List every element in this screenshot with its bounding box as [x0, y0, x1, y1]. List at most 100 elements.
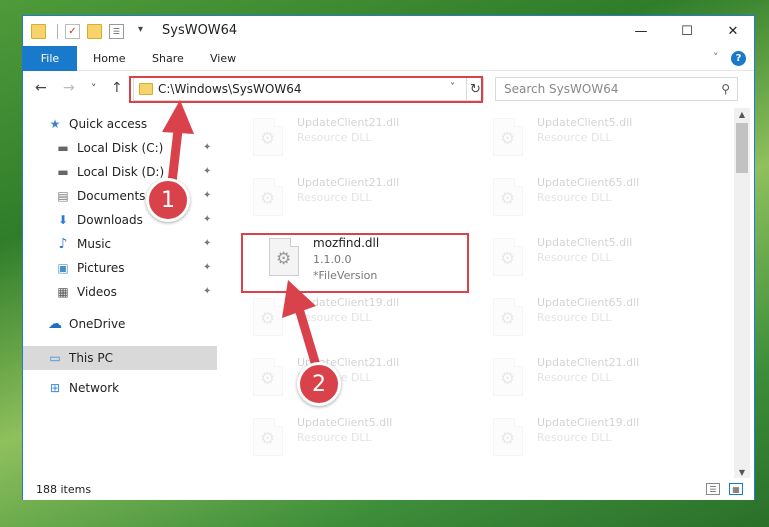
- scroll-down-icon[interactable]: ▼: [734, 466, 750, 478]
- sidebar-item-local-disk-d[interactable]: ▬ Local Disk (D:): [55, 160, 217, 184]
- pictures-icon: ▣: [57, 261, 69, 275]
- tab-share[interactable]: Share: [152, 52, 184, 65]
- dll-file-icon: ⚙: [253, 178, 283, 216]
- sidebar-item-label: Local Disk (C:): [77, 141, 164, 155]
- dll-file-icon: ⚙: [493, 178, 523, 216]
- file-item[interactable]: ⚙ UpdateClient19.dll Resource DLL: [487, 414, 717, 472]
- file-item[interactable]: ⚙ UpdateClient65.dll Resource DLL: [487, 174, 717, 232]
- documents-icon: ▤: [57, 189, 69, 203]
- forward-button[interactable]: →: [63, 80, 75, 96]
- file-name: UpdateClient21.dll: [297, 176, 400, 189]
- file-name: UpdateClient21.dll: [537, 356, 640, 369]
- maximize-button[interactable]: ☐: [664, 16, 710, 46]
- sidebar-item-this-pc[interactable]: ▭ This PC: [23, 346, 217, 370]
- file-name: UpdateClient65.dll: [537, 176, 640, 189]
- tab-file[interactable]: File: [23, 46, 77, 71]
- recent-locations-button[interactable]: ˅: [91, 82, 97, 95]
- address-highlight-box: [129, 76, 483, 103]
- vertical-scrollbar[interactable]: ▲ ▼: [734, 108, 750, 478]
- file-item[interactable]: ⚙ UpdateClient21.dll Resource DLL: [487, 354, 717, 412]
- tab-home[interactable]: Home: [93, 52, 125, 65]
- file-description: Resource DLL: [537, 251, 612, 264]
- tab-view[interactable]: View: [210, 52, 236, 65]
- file-description: Resource DLL: [297, 191, 372, 204]
- sidebar-item-music[interactable]: ♪ Music: [55, 232, 217, 256]
- quick-access-dropdown[interactable]: ▾: [138, 24, 143, 35]
- sidebar-item-label: Network: [69, 381, 120, 395]
- cloud-icon: ☁: [48, 316, 62, 332]
- dll-file-icon: ⚙: [493, 358, 523, 396]
- step-1-badge: 1: [146, 178, 190, 222]
- sidebar-item-label: Music: [77, 237, 112, 251]
- folder-icon: [31, 24, 46, 39]
- scrollbar-thumb[interactable]: [736, 123, 748, 173]
- search-icon[interactable]: ⚲: [721, 82, 730, 96]
- dll-file-icon: ⚙: [253, 418, 283, 456]
- sidebar-item-label: OneDrive: [69, 317, 126, 331]
- sidebar-item-label: Pictures: [77, 261, 125, 275]
- search-input[interactable]: Search SysWOW64 ⚲: [495, 77, 738, 101]
- file-item[interactable]: ⚙ UpdateClient19.dll Resource DLL: [247, 294, 477, 352]
- pin-icon[interactable]: ✦: [203, 214, 211, 225]
- sidebar-item-onedrive[interactable]: ☁ OneDrive: [47, 312, 217, 336]
- close-button[interactable]: ✕: [710, 16, 756, 46]
- file-explorer-window: ✓ ☰ ▾ SysWOW64 — ☐ ✕ File Home Share Vie…: [22, 15, 755, 500]
- sidebar-item-documents[interactable]: ▤ Documents: [55, 184, 217, 208]
- file-item[interactable]: ⚙ UpdateClient5.dll Resource DLL: [487, 234, 717, 292]
- pin-icon[interactable]: ✦: [203, 142, 211, 153]
- large-icons-view-icon[interactable]: ▦: [729, 483, 743, 495]
- file-item[interactable]: ⚙ UpdateClient21.dll Resource DLL: [247, 354, 477, 412]
- sidebar-item-label: Videos: [77, 285, 117, 299]
- file-name: UpdateClient19.dll: [297, 296, 400, 309]
- network-icon: ⊞: [49, 381, 61, 395]
- star-icon: ★: [49, 117, 61, 131]
- file-name: UpdateClient21.dll: [297, 116, 400, 129]
- file-description: Resource DLL: [537, 131, 612, 144]
- details-view-icon[interactable]: ☰: [706, 483, 720, 495]
- properties-icon[interactable]: ✓: [65, 24, 80, 39]
- file-name: UpdateClient5.dll: [537, 116, 633, 129]
- file-description: Resource DLL: [297, 311, 372, 324]
- pin-icon[interactable]: ✦: [203, 286, 211, 297]
- minimize-button[interactable]: —: [618, 16, 664, 46]
- pin-icon[interactable]: ✦: [203, 262, 211, 273]
- sidebar-item-pictures[interactable]: ▣ Pictures: [55, 256, 217, 280]
- dll-file-icon: ⚙: [493, 238, 523, 276]
- file-name: UpdateClient5.dll: [537, 236, 633, 249]
- file-item[interactable]: ⚙ UpdateClient5.dll Resource DLL: [247, 414, 477, 472]
- file-description: Resource DLL: [297, 431, 372, 444]
- pin-icon[interactable]: ✦: [203, 238, 211, 249]
- sidebar-item-label: This PC: [69, 351, 113, 365]
- sidebar-item-local-disk-c[interactable]: ▬ Local Disk (C:): [55, 136, 217, 160]
- new-folder-icon[interactable]: [87, 24, 102, 39]
- pin-icon[interactable]: ✦: [203, 166, 211, 177]
- navigation-pane: ★ Quick access ▬ Local Disk (C:) ▬ Local…: [23, 112, 217, 472]
- file-item[interactable]: ⚙ UpdateClient5.dll Resource DLL: [487, 114, 717, 172]
- up-button[interactable]: ↑: [111, 80, 123, 96]
- sidebar-item-network[interactable]: ⊞ Network: [47, 376, 217, 400]
- music-icon: ♪: [58, 236, 68, 252]
- file-item[interactable]: ⚙ UpdateClient65.dll Resource DLL: [487, 294, 717, 352]
- pin-icon[interactable]: ✦: [203, 190, 211, 201]
- file-name: UpdateClient65.dll: [537, 296, 640, 309]
- file-item[interactable]: ⚙ UpdateClient21.dll Resource DLL: [247, 114, 477, 172]
- sidebar-item-videos[interactable]: ▦ Videos: [55, 280, 217, 304]
- file-description: Resource DLL: [537, 371, 612, 384]
- file-description: Resource DLL: [537, 191, 612, 204]
- status-bar: 188 items ☰ ▦: [23, 478, 754, 500]
- help-icon[interactable]: ?: [731, 51, 746, 66]
- drive-icon: ▬: [57, 165, 69, 179]
- expand-ribbon-button[interactable]: ˅: [713, 51, 719, 64]
- sidebar-item-downloads[interactable]: ⬇ Downloads: [55, 208, 217, 232]
- sidebar-item-quick-access[interactable]: ★ Quick access: [47, 112, 217, 136]
- file-item[interactable]: ⚙ UpdateClient21.dll Resource DLL: [247, 174, 477, 232]
- back-button[interactable]: ←: [35, 80, 47, 96]
- scroll-up-icon[interactable]: ▲: [734, 108, 750, 120]
- dll-file-icon: ⚙: [493, 298, 523, 336]
- file-description: Resource DLL: [537, 431, 612, 444]
- search-placeholder: Search SysWOW64: [504, 82, 619, 96]
- customize-toolbar-icon[interactable]: ☰: [109, 24, 124, 39]
- sidebar-item-label: Documents: [77, 189, 146, 203]
- sidebar-item-label: Local Disk (D:): [77, 165, 165, 179]
- videos-icon: ▦: [57, 285, 69, 299]
